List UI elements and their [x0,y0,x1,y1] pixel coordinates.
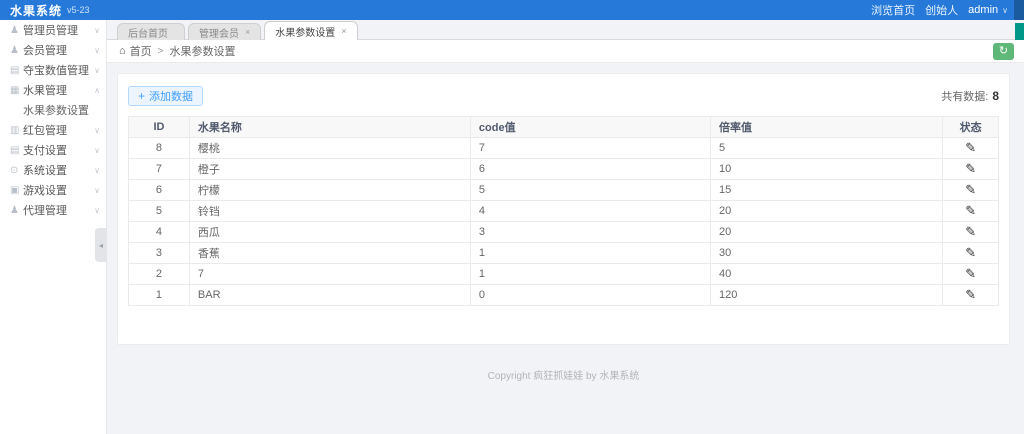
header-code-value: code值 [470,117,710,138]
gear-icon: ⊙ [10,165,23,176]
chevron-down-icon: ∨ [94,66,100,75]
tab-fruit-parameter-settings[interactable]: 水果参数设置 × [264,21,357,40]
grid-icon: ▤ [10,65,23,76]
header-status: 状态 [943,117,999,138]
app-title: 水果系统 [10,2,62,19]
table-row: 3 香蕉 1 30 ✎ [129,243,999,264]
sidebar-item-fruit-parameter-settings[interactable]: 水果参数设置 [0,100,106,120]
header-id: ID [129,117,190,138]
edit-icon[interactable]: ✎ [965,224,976,240]
breadcrumb-separator: > [158,46,164,57]
header-fruit-name: 水果名称 [189,117,470,138]
person-icon: ♟ [10,45,23,56]
footer-copyright: Copyright 疯狂抓娃娃 by 水果系统 [117,367,1010,382]
breadcrumb-current: 水果参数设置 [170,43,236,59]
edit-icon[interactable]: ✎ [965,203,976,219]
topbar-corner-button[interactable] [1014,0,1024,20]
sidebar-item-treasure-value-management[interactable]: ▤ 夺宝数值管理 ∨ [0,60,106,80]
total-count-value: 8 [992,89,999,103]
app-version: v5-23 [67,5,90,15]
topbar-link-founder[interactable]: 创始人 [925,2,958,18]
sidebar-item-payment-settings[interactable]: ▤ 支付设置 ∨ [0,140,106,160]
sidebar: ♟ 管理员管理 ∨ ♟ 会员管理 ∨ ▤ 夺宝数值管理 ∨ ▦ 水果管理 ∧ 水… [0,20,107,434]
sidebar-item-game-settings[interactable]: ▣ 游戏设置 ∨ [0,180,106,200]
refresh-button[interactable]: ↻ [993,43,1014,60]
tab-strip: 后台首页 管理会员 × 水果参数设置 × [107,20,1024,40]
tab-backend-home[interactable]: 后台首页 [117,23,185,40]
table-row: 5 铃铛 4 20 ✎ [129,201,999,222]
card-icon: ▤ [10,145,23,156]
table-row: 6 柠檬 5 15 ✎ [129,180,999,201]
edit-icon[interactable]: ✎ [965,182,976,198]
sidebar-item-red-packet-management[interactable]: ▥ 红包管理 ∨ [0,120,106,140]
envelope-icon: ▥ [10,125,23,136]
topbar-link-browse-home[interactable]: 浏览首页 [871,2,915,18]
sidebar-collapse-handle[interactable]: ◂ [95,228,107,262]
table-header-row: ID 水果名称 code值 倍率值 状态 [129,117,999,138]
toolbar: + 添加数据 共有数据: 8 [128,86,999,106]
content-card: + 添加数据 共有数据: 8 ID 水果名称 code值 倍率值 状态 [117,73,1010,345]
main-area: 后台首页 管理会员 × 水果参数设置 × ⌂ 首页 > 水果参数设置 ↻ + 添 [107,20,1024,434]
edit-icon[interactable]: ✎ [965,287,976,303]
chevron-left-icon: ◂ [99,241,103,250]
edit-icon[interactable]: ✎ [965,161,976,177]
table-row: 1 BAR 0 120 ✎ [129,285,999,306]
chevron-down-icon: ∨ [94,166,100,175]
chevron-down-icon[interactable]: ∨ [1002,6,1008,15]
sidebar-item-fruit-management[interactable]: ▦ 水果管理 ∧ [0,80,106,100]
home-icon: ⌂ [119,45,126,57]
chevron-down-icon: ∨ [94,186,100,195]
table-row: 4 西瓜 3 20 ✎ [129,222,999,243]
edit-icon[interactable]: ✎ [965,140,976,156]
refresh-icon: ↻ [999,45,1008,57]
table-row: 2 7 1 40 ✎ [129,264,999,285]
chevron-down-icon: ∨ [94,206,100,215]
close-icon[interactable]: × [245,27,250,37]
edit-icon[interactable]: ✎ [965,266,976,282]
chevron-down-icon: ∨ [94,146,100,155]
chevron-down-icon: ∨ [94,46,100,55]
sidebar-item-admin-management[interactable]: ♟ 管理员管理 ∨ [0,20,106,40]
breadcrumb: ⌂ 首页 > 水果参数设置 ↻ [107,40,1024,63]
table-row: 8 樱桃 7 5 ✎ [129,138,999,159]
tab-manage-members[interactable]: 管理会员 × [188,23,261,40]
plus-icon: + [138,89,145,103]
topbar: 水果系统 v5-23 浏览首页 创始人 admin ∨ [0,0,1024,20]
add-data-button[interactable]: + 添加数据 [128,86,203,106]
chevron-down-icon: ∨ [94,26,100,35]
gamepad-icon: ▣ [10,185,23,196]
total-count-label: 共有数据: [941,88,988,104]
breadcrumb-home[interactable]: 首页 [130,43,152,59]
table-row: 7 橙子 6 10 ✎ [129,159,999,180]
sidebar-item-agent-management[interactable]: ♟ 代理管理 ∨ [0,200,106,220]
close-icon[interactable]: × [341,26,346,36]
edit-icon[interactable]: ✎ [965,245,976,261]
chevron-down-icon: ∨ [94,126,100,135]
header-rate-value: 倍率值 [711,117,943,138]
chevron-up-icon: ∧ [94,86,100,95]
content-area: + 添加数据 共有数据: 8 ID 水果名称 code值 倍率值 状态 [107,63,1024,382]
user-menu[interactable]: admin [968,4,998,16]
sidebar-item-member-management[interactable]: ♟ 会员管理 ∨ [0,40,106,60]
fruit-table: ID 水果名称 code值 倍率值 状态 8 樱桃 7 5 ✎ [128,116,999,306]
sidebar-item-system-settings[interactable]: ⊙ 系统设置 ∨ [0,160,106,180]
person-icon: ♟ [10,25,23,36]
grid-icon: ▦ [10,85,23,96]
person-icon: ♟ [10,205,23,216]
tab-actions-button[interactable] [1015,23,1024,40]
